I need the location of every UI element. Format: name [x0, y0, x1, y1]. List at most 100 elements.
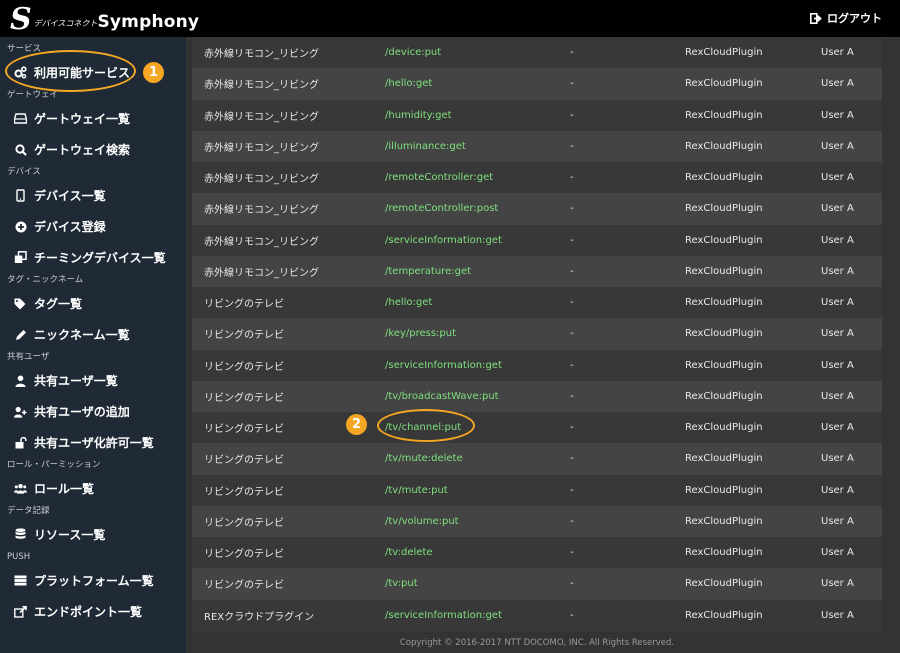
status-cell: - [570, 109, 574, 121]
sidebar-item-teaming-device-list[interactable]: チーミングデバイス一覧 [0, 242, 186, 273]
device-name-cell: リビングのテレビ [204, 580, 284, 592]
table-row[interactable]: 赤外線リモコン_リビング/illuminance:get - RexCloudPlu… [192, 130, 882, 162]
device-name-cell: リビングのテレビ [204, 299, 284, 311]
sidebar-item-shared-user-permission-list[interactable]: 共有ユーザ化許可一覧 [0, 427, 186, 458]
status-cell: - [570, 359, 574, 371]
sidebar-item-device-register[interactable]: デバイス登録 [0, 211, 186, 242]
sidebar-item-shared-user-add[interactable]: 共有ユーザの追加 [0, 396, 186, 427]
sidebar: サービス 利用可能サービス ゲートウェイ ゲートウェイ一覧 ゲートウェイ検索 デ… [0, 37, 186, 653]
api-path-link[interactable]: /serviceInformation:get [385, 360, 570, 371]
api-path-link[interactable]: /tv/mute:delete [385, 453, 570, 464]
sidebar-item-label: ニックネーム一覧 [34, 328, 130, 342]
table-row[interactable]: リビングのテレビ/tv/broadcastWave:put - RexCloudPl… [192, 380, 882, 412]
sidebar-item-gateway-list[interactable]: ゲートウェイ一覧 [0, 103, 186, 134]
tags-icon [14, 297, 27, 310]
status-cell: - [570, 203, 574, 215]
api-path-link[interactable]: /remoteController:post [385, 203, 570, 214]
logo-name: Symphony [97, 12, 200, 32]
table-row[interactable]: リビングのテレビ/serviceInformation:get - RexCloud… [192, 349, 882, 381]
status-cell: - [570, 547, 574, 559]
sidebar-item-shared-user-list[interactable]: 共有ユーザ一覧 [0, 365, 186, 396]
table-row[interactable]: 赤外線リモコン_リビング/humidity:get - RexCloudPlugin… [192, 99, 882, 131]
status-cell: - [570, 78, 574, 90]
user-plus-icon [14, 405, 27, 418]
table-row[interactable]: 赤外線リモコン_リビング/temperature:get - RexCloudPlu… [192, 255, 882, 287]
user-cell: User A [821, 359, 854, 371]
sidebar-item-gateway-search[interactable]: ゲートウェイ検索 [0, 134, 186, 165]
device-name-cell: リビングのテレビ [204, 392, 284, 404]
sidebar-section-title: データ記録 [7, 506, 50, 516]
table-row[interactable]: 赤外線リモコン_リビング/serviceInformation:get - RexC… [192, 224, 882, 256]
plugin-name-cell: RexCloudPlugin [685, 234, 763, 246]
table-row[interactable]: リビングのテレビ/tv:delete - RexCloudPlugin User A [192, 537, 882, 569]
api-path-link[interactable]: /humidity:get [385, 110, 570, 121]
app-logo[interactable]: S デバイスコネクト Symphony [10, 2, 199, 35]
table-row[interactable]: 赤外線リモコン_リビング/remoteController:get - RexClo… [192, 162, 882, 194]
unlock-icon [14, 436, 27, 449]
sidebar-section-title: デバイス [7, 167, 41, 177]
plugin-name-cell: RexCloudPlugin [685, 359, 763, 371]
logo-mark: S [10, 2, 32, 37]
device-name-cell: 赤外線リモコン_リビング [204, 205, 319, 217]
table-row[interactable]: リビングのテレビ/tv/mute:put - RexCloudPlugin User … [192, 474, 882, 506]
device-name-cell: リビングのテレビ [204, 517, 284, 529]
table-row[interactable]: REXクラウドプラグイン/serviceInformation:get - RexC… [192, 599, 882, 631]
api-path-link[interactable]: /tv:put [385, 578, 570, 589]
device-name-cell: 赤外線リモコン_リビング [204, 142, 319, 154]
sidebar-item-nickname-list[interactable]: ニックネーム一覧 [0, 319, 186, 350]
sidebar-item-role-list[interactable]: ロール一覧 [0, 473, 186, 504]
sidebar-item-endpoint-list[interactable]: エンドポイント一覧 [0, 596, 186, 627]
api-path-link[interactable]: /hello:get [385, 78, 570, 89]
api-path-link[interactable]: /tv:delete [385, 547, 570, 558]
sidebar-item-label: チーミングデバイス一覧 [34, 251, 166, 265]
highlight-ellipse-2 [377, 409, 475, 442]
api-path-link[interactable]: /illuminance:get [385, 141, 570, 152]
device-name-cell: REXクラウドプラグイン [204, 611, 315, 623]
status-cell: - [570, 47, 574, 59]
logout-button[interactable]: ログアウト [810, 10, 882, 26]
table-row[interactable]: 赤外線リモコン_リビング/remoteController:post - RexCl… [192, 193, 882, 225]
table-row[interactable]: 赤外線リモコン_リビング/hello:get - RexCloudPlugin Use… [192, 68, 882, 100]
sidebar-item-platform-list[interactable]: プラットフォーム一覧 [0, 565, 186, 596]
table-row[interactable]: リビングのテレビ/tv/mute:delete - RexCloudPlugin Us… [192, 443, 882, 475]
api-path-link[interactable]: /temperature:get [385, 266, 570, 277]
api-path-link[interactable]: /remoteController:get [385, 172, 570, 183]
sidebar-item-resource-list[interactable]: リソース一覧 [0, 519, 186, 550]
status-cell: - [570, 265, 574, 277]
server-icon [14, 574, 27, 587]
plugin-name-cell: RexCloudPlugin [685, 453, 763, 465]
api-path-link[interactable]: /serviceInformation:get [385, 610, 570, 621]
table-row[interactable]: リビングのテレビ/tv:put - RexCloudPlugin User A [192, 568, 882, 600]
top-header: S デバイスコネクト Symphony ログアウト [0, 0, 900, 37]
api-path-link[interactable]: /serviceInformation:get [385, 235, 570, 246]
api-path-link[interactable]: /hello:get [385, 297, 570, 308]
sidebar-item-tag-list[interactable]: タグ一覧 [0, 288, 186, 319]
api-path-link[interactable]: /tv/mute:put [385, 485, 570, 496]
sidebar-item-label: エンドポイント一覧 [34, 605, 143, 619]
table-row[interactable]: リビングのテレビ/tv/channel:put - RexCloudPlugin Us… [192, 412, 882, 444]
status-cell: - [570, 422, 574, 434]
sidebar-item-label: 共有ユーザ化許可一覧 [34, 436, 154, 450]
table-row[interactable]: リビングのテレビ/hello:get - RexCloudPlugin User A [192, 287, 882, 319]
table-row[interactable]: リビングのテレビ/tv/volume:put - RexCloudPlugin Use… [192, 505, 882, 537]
sidebar-item-device-list[interactable]: デバイス一覧 [0, 180, 186, 211]
api-path-link[interactable]: /device:put [385, 47, 570, 58]
users-icon [14, 482, 27, 495]
sidebar-item-label: リソース一覧 [34, 528, 106, 542]
user-cell: User A [821, 203, 854, 215]
status-cell: - [570, 390, 574, 402]
api-path-link[interactable]: /tv/broadcastWave:put [385, 391, 570, 402]
plugin-name-cell: RexCloudPlugin [685, 609, 763, 621]
api-path-link[interactable]: /tv/volume:put [385, 516, 570, 527]
service-table: 赤外線リモコン_リビング/device:put - RexCloudPlugin Us… [192, 37, 882, 633]
user-cell: User A [821, 297, 854, 309]
table-row[interactable]: 赤外線リモコン_リビング/device:put - RexCloudPlugin Us… [192, 37, 882, 69]
table-row[interactable]: リビングのテレビ/key/press:put - RexCloudPlugin Use… [192, 318, 882, 350]
sidebar-section-title: タグ・ニックネーム [7, 275, 84, 285]
status-cell: - [570, 453, 574, 465]
plugin-name-cell: RexCloudPlugin [685, 172, 763, 184]
device-name-cell: 赤外線リモコン_リビング [204, 80, 319, 92]
api-path-link[interactable]: /key/press:put [385, 328, 570, 339]
annotation-badge-1: 1 [143, 62, 164, 83]
sidebar-item-label: タグ一覧 [34, 297, 83, 311]
